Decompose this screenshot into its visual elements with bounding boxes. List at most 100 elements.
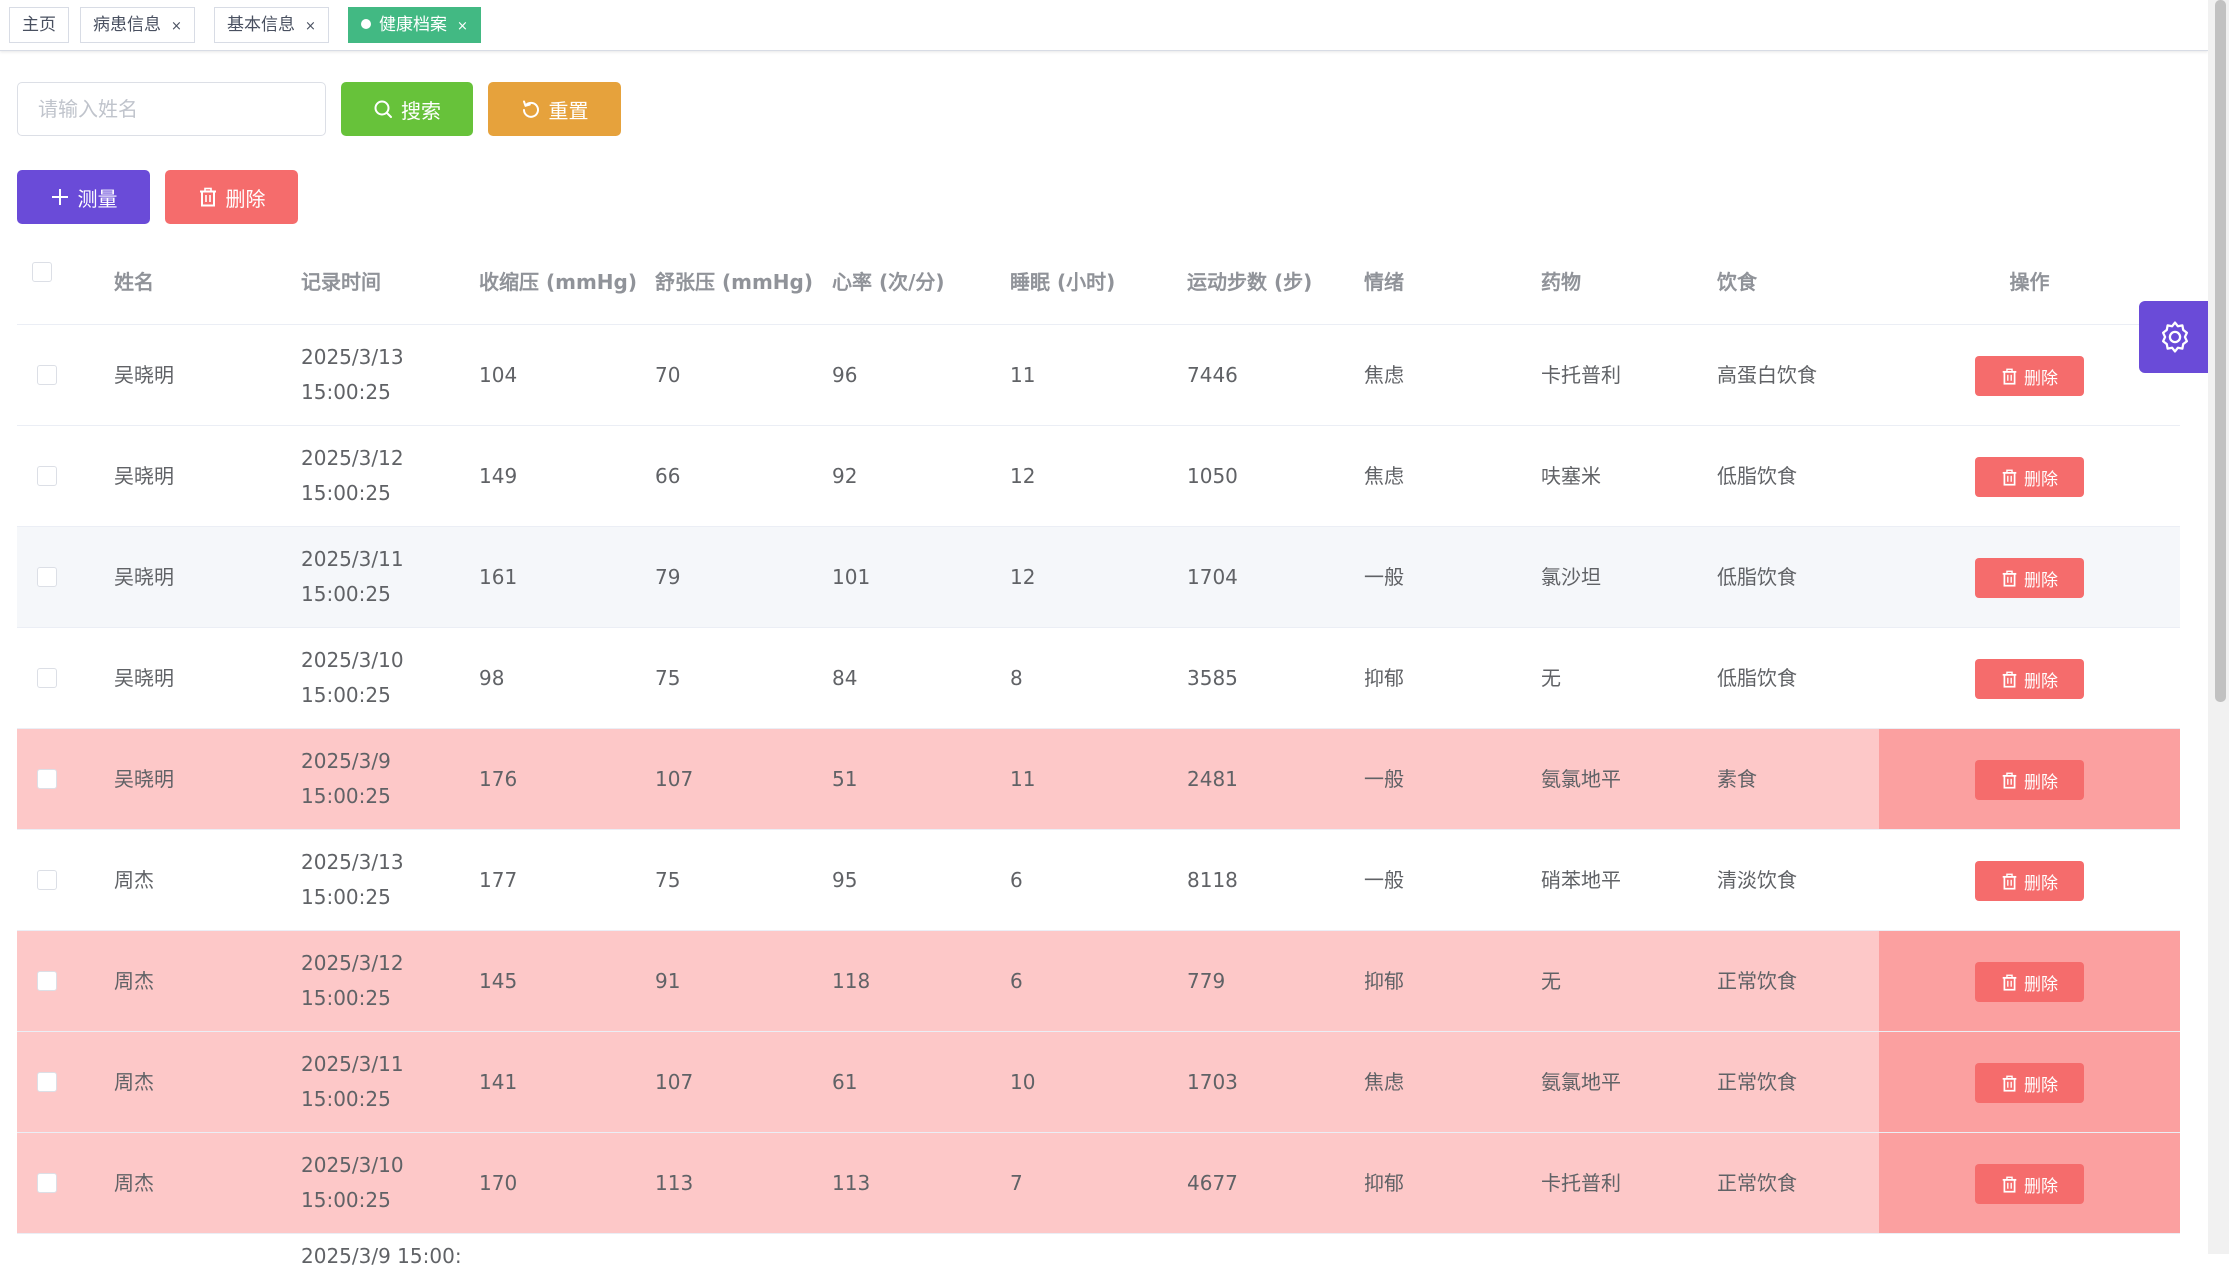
row-delete-button[interactable]: 删除 [1975,659,2084,699]
active-dot-icon [361,19,371,29]
cell-diet: 低脂饮食 [1717,564,1797,589]
header-name[interactable]: 姓名 [114,240,154,324]
page-scrollbar-thumb[interactable] [2215,0,2226,702]
row-delete-button[interactable]: 删除 [1975,962,2084,1002]
header-steps[interactable]: 运动步数 (步) [1187,240,1312,324]
select-all-checkbox[interactable] [32,262,52,282]
table-row-abnormal[interactable]: 周杰 2025/3/11 15:00:25 141 107 61 10 1703 焦虑 氨氯地平… [17,1032,2180,1133]
table-header: 姓名 记录时间 收缩压 (mmHg) 舒张压 (mmHg) 心率 (次/分) 睡… [17,240,2180,325]
row-delete-button[interactable]: 删除 [1975,558,2084,598]
table-row[interactable]: 吴晓明 2025/3/12 15:00:25 149 66 92 12 1050 焦虑 呋塞米 低… [17,426,2180,527]
header-systolic[interactable]: 收缩压 (mmHg) [479,240,639,324]
header-heart-rate[interactable]: 心率 (次/分) [832,240,945,324]
cell-time: 2025/3/12 15:00:25 [301,446,404,505]
cell-heart-rate: 61 [832,1069,858,1094]
gear-icon [2161,321,2189,353]
cell-mood: 抑郁 [1364,665,1404,690]
trash-icon [2002,1176,2017,1193]
tag-health-record[interactable]: 健康档案 × [348,7,481,43]
table-row-abnormal[interactable]: 周杰 2025/3/12 15:00:25 145 91 118 6 779 抑郁 无 正常饮食 删… [17,931,2180,1032]
row-delete-label: 删除 [2024,368,2058,389]
search-button[interactable]: 搜索 [341,82,473,136]
tag-home[interactable]: 主页 [9,7,69,43]
batch-delete-button[interactable]: 删除 [165,170,298,224]
cell-time: 2025/3/10 15:00:25 [301,1153,404,1212]
trash-icon [199,187,216,207]
table-row[interactable]: 周杰 2025/3/13 15:00:25 177 75 95 6 8118 一般 硝苯地平 清淡… [17,830,2180,931]
table-row[interactable]: 吴晓明 2025/3/13 15:00:25 104 70 96 11 7446 焦虑 卡托普利… [17,325,2180,426]
row-delete-label: 删除 [2024,671,2058,692]
cell-systolic: 149 [479,463,518,488]
close-icon[interactable]: × [305,19,316,34]
trash-icon [2002,873,2017,890]
cell-time: 2025/3/13 15:00:25 [301,850,404,909]
table-row-abnormal[interactable]: 吴晓明 2025/3/9 15:00:25 176 107 51 11 2481 一般 氨氯地平… [17,729,2180,830]
row-checkbox[interactable] [37,971,57,991]
row-checkbox[interactable] [37,567,57,587]
row-checkbox[interactable] [37,466,57,486]
tag-patient-info[interactable]: 病患信息 × [80,7,195,43]
cell-sleep: 8 [1010,665,1023,690]
row-checkbox[interactable] [37,870,57,890]
row-delete-button[interactable]: 删除 [1975,1063,2084,1103]
cell-medicine: 卡托普利 [1541,362,1621,387]
cell-medicine: 氨氯地平 [1541,766,1621,791]
header-diet[interactable]: 饮食 [1717,240,1757,324]
row-checkbox[interactable] [37,365,57,385]
trash-icon [2002,671,2017,688]
row-checkbox[interactable] [37,769,57,789]
table-row[interactable]: 吴晓明 2025/3/10 15:00:25 98 75 84 8 3585 抑郁 无 低脂饮食 删… [17,628,2180,729]
cell-systolic: 177 [479,867,518,892]
reset-button[interactable]: 重置 [488,82,621,136]
trash-icon [2002,1075,2017,1092]
cell-heart-rate: 96 [832,362,858,387]
trash-icon [2002,772,2017,789]
row-delete-button[interactable]: 删除 [1975,356,2084,396]
cell-name: 吴晓明 [114,362,174,387]
row-delete-button[interactable]: 删除 [1975,861,2084,901]
cell-time: 2025/3/12 15:00:25 [301,951,404,1010]
tag-basic-info[interactable]: 基本信息 × [214,7,329,43]
table-row-clipped[interactable]: 2025/3/9 15:00: [17,1234,2180,1274]
name-search-input[interactable] [17,82,326,136]
close-icon[interactable]: × [457,19,468,34]
table-row[interactable]: 吴晓明 2025/3/11 15:00:25 161 79 101 12 1704 一般 氯沙坦… [17,527,2180,628]
search-button-label: 搜索 [401,98,441,123]
row-delete-label: 删除 [2024,873,2058,894]
header-mood[interactable]: 情绪 [1364,240,1404,324]
cell-mood: 抑郁 [1364,968,1404,993]
header-sleep[interactable]: 睡眠 (小时) [1010,240,1115,324]
row-delete-button[interactable]: 删除 [1975,457,2084,497]
tag-label: 病患信息 [93,15,161,35]
cell-diastolic: 91 [655,968,681,993]
measure-button[interactable]: 测量 [17,170,150,224]
cell-systolic: 176 [479,766,518,791]
header-time[interactable]: 记录时间 [301,240,381,324]
row-checkbox[interactable] [37,1173,57,1193]
table-row-abnormal[interactable]: 周杰 2025/3/10 15:00:25 170 113 113 7 4677 抑郁 卡托普利… [17,1133,2180,1234]
cell-heart-rate: 51 [832,766,858,791]
close-icon[interactable]: × [171,19,182,34]
row-delete-button[interactable]: 删除 [1975,760,2084,800]
row-checkbox[interactable] [37,1072,57,1092]
cell-steps: 1703 [1187,1069,1238,1094]
settings-button[interactable] [2139,301,2211,373]
header-diastolic[interactable]: 舒张压 (mmHg) [655,240,815,324]
cell-diastolic: 79 [655,564,681,589]
row-checkbox[interactable] [37,668,57,688]
row-delete-button[interactable]: 删除 [1975,1164,2084,1204]
cell-name: 周杰 [114,1069,154,1094]
cell-name: 周杰 [114,867,154,892]
cell-diet: 素食 [1717,766,1757,791]
trash-icon [2002,570,2017,587]
health-record-table: 姓名 记录时间 收缩压 (mmHg) 舒张压 (mmHg) 心率 (次/分) 睡… [17,240,2180,1274]
cell-steps: 2481 [1187,766,1238,791]
cell-diet: 低脂饮食 [1717,463,1797,488]
cell-diastolic: 107 [655,1069,694,1094]
cell-diet: 清淡饮食 [1717,867,1797,892]
table-body: 吴晓明 2025/3/13 15:00:25 104 70 96 11 7446 焦虑 卡托普利… [17,325,2180,1234]
header-medicine[interactable]: 药物 [1541,240,1581,324]
cell-diastolic: 107 [655,766,694,791]
cell-diet: 低脂饮食 [1717,665,1797,690]
cell-diastolic: 113 [655,1170,694,1195]
